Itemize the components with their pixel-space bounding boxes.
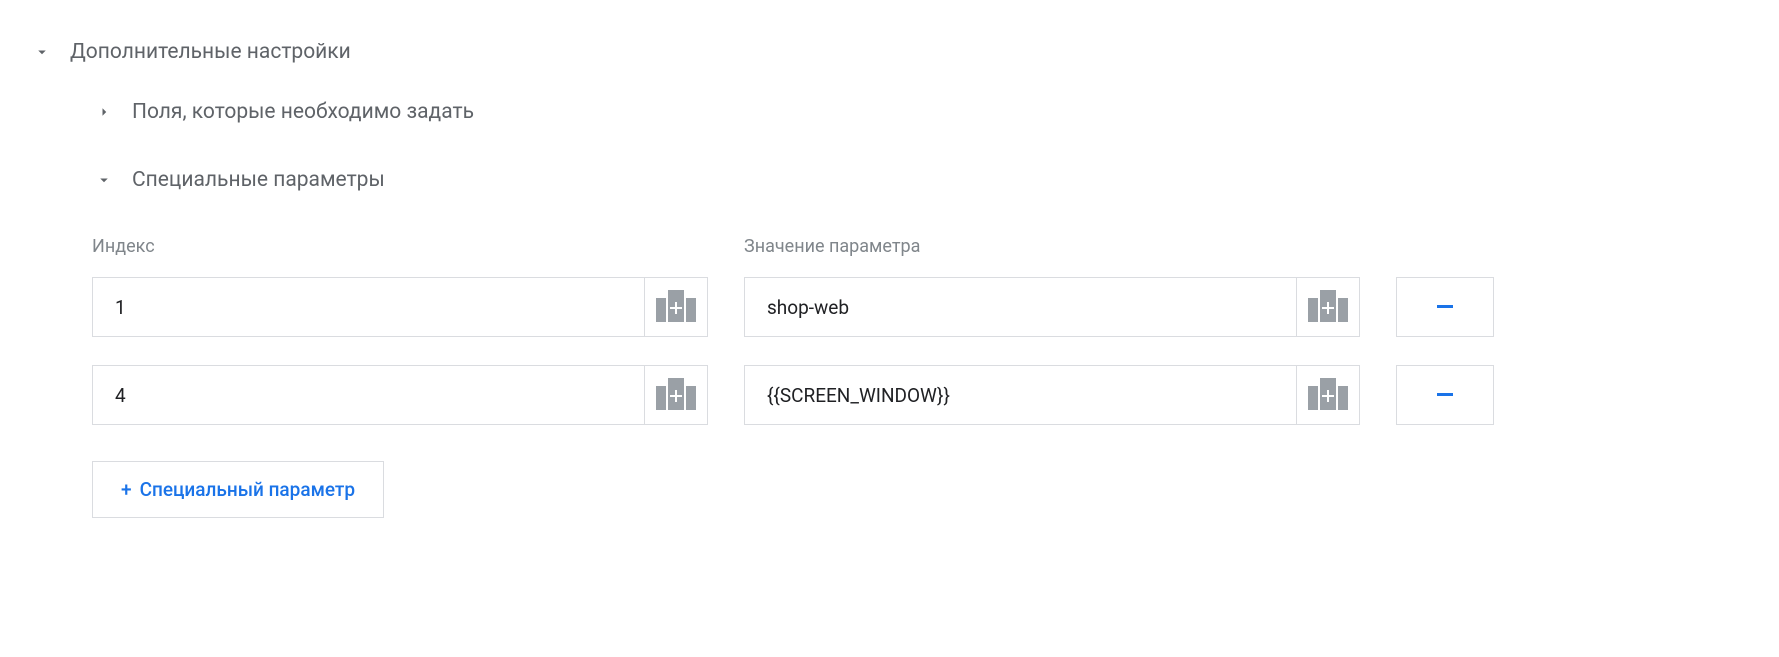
advanced-settings-header[interactable]: Дополнительные настройки xyxy=(30,40,1749,64)
variable-icon xyxy=(656,378,696,413)
variable-icon xyxy=(656,290,696,325)
value-input[interactable] xyxy=(744,365,1296,425)
remove-row-button[interactable] xyxy=(1396,365,1494,425)
custom-dimensions-title: Специальные параметры xyxy=(132,168,385,192)
chevron-down-icon xyxy=(92,168,116,192)
custom-dimensions-header[interactable]: Специальные параметры xyxy=(92,168,1749,192)
value-input-group xyxy=(744,277,1360,337)
index-input-group xyxy=(92,277,708,337)
dimension-row xyxy=(92,365,1749,425)
plus-icon: + xyxy=(121,478,132,501)
variable-icon xyxy=(1308,290,1348,325)
remove-row-button[interactable] xyxy=(1396,277,1494,337)
value-input-group xyxy=(744,365,1360,425)
fields-to-set-title: Поля, которые необходимо задать xyxy=(132,100,474,124)
variable-icon xyxy=(1308,378,1348,413)
dimension-row xyxy=(92,277,1749,337)
variable-picker-button[interactable] xyxy=(1296,365,1360,425)
value-input[interactable] xyxy=(744,277,1296,337)
custom-dimensions-body: Индекс Значение параметра xyxy=(92,236,1749,518)
value-column-header: Значение параметра xyxy=(744,236,1360,257)
variable-picker-button[interactable] xyxy=(644,277,708,337)
advanced-settings-title: Дополнительные настройки xyxy=(70,40,351,64)
advanced-settings-content: Поля, которые необходимо задать Специаль… xyxy=(92,100,1749,518)
index-input[interactable] xyxy=(92,365,644,425)
variable-picker-button[interactable] xyxy=(644,365,708,425)
index-input-group xyxy=(92,365,708,425)
variable-picker-button[interactable] xyxy=(1296,277,1360,337)
fields-to-set-header[interactable]: Поля, которые необходимо задать xyxy=(92,100,1749,124)
chevron-down-icon xyxy=(30,40,54,64)
index-column-header: Индекс xyxy=(92,236,708,257)
add-dimension-label: Специальный параметр xyxy=(140,478,356,501)
index-input[interactable] xyxy=(92,277,644,337)
chevron-right-icon xyxy=(92,100,116,124)
add-dimension-button[interactable]: + Специальный параметр xyxy=(92,461,384,518)
column-headers: Индекс Значение параметра xyxy=(92,236,1749,257)
